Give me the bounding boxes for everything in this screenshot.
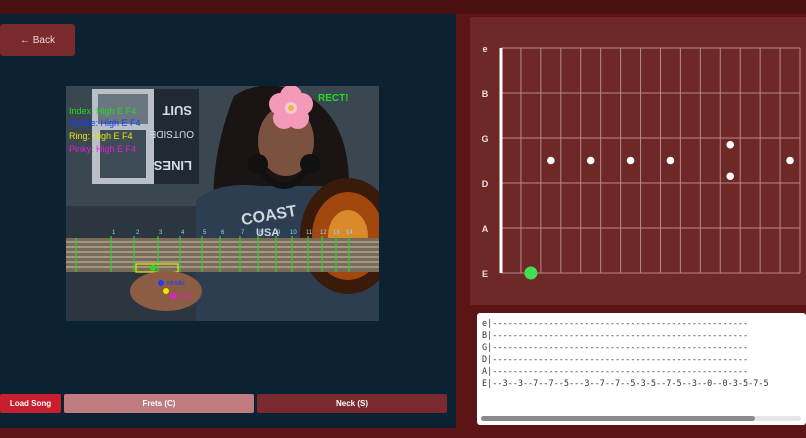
svg-text:LINES: LINES: [153, 158, 192, 173]
svg-text:OUTSIDE: OUTSIDE: [149, 128, 194, 139]
tab-line-A: A|--------------------------------------…: [482, 367, 749, 377]
fret-num: 10: [290, 230, 297, 236]
inlay-dot: [726, 172, 735, 181]
camera-scene: SUIT OUTSIDE LINES COAST USA 1 2 3 4 5 6…: [66, 86, 379, 321]
string-label: D: [482, 179, 489, 189]
tab-line-G: G|--------------------------------------…: [482, 343, 749, 353]
status-text: RECT!: [318, 93, 349, 104]
string-label: e: [482, 44, 487, 54]
fret-num: 13: [333, 230, 340, 236]
controls-bar: Load Song Frets (C) Neck (S): [0, 394, 456, 413]
camera-feed: SUIT OUTSIDE LINES COAST USA 1 2 3 4 5 6…: [66, 86, 379, 321]
inlay-dot: [666, 156, 675, 165]
middle-marker: [158, 280, 164, 286]
inlay-dot: [726, 140, 735, 149]
fretboard-panel: e B G D A E: [470, 17, 806, 305]
tablature-panel[interactable]: e|--------------------------------------…: [477, 313, 806, 425]
inlay-dot: [786, 156, 794, 165]
fret-num: 11: [306, 230, 313, 236]
overlay-ring: Ring: High E F4: [69, 131, 133, 141]
svg-text:SUIT: SUIT: [162, 103, 192, 118]
inlay-dot: [626, 156, 635, 165]
neck-button[interactable]: Neck (S): [257, 394, 447, 413]
tab-scrollbar-thumb[interactable]: [481, 416, 755, 421]
load-song-button[interactable]: Load Song: [0, 394, 61, 413]
tab-line-E: E|--3--3--7--7--5---3--7--7--5-3-5--7-5-…: [482, 379, 769, 389]
camera-panel: ← Back SUIT OUTSIDE LINES COAST USA 1 2 …: [0, 14, 456, 428]
tab-lines: e|--------------------------------------…: [477, 318, 769, 390]
fret-num: 14: [346, 230, 353, 236]
fretboard-diagram: e B G D A E: [481, 44, 801, 280]
inlay-dot: [586, 156, 595, 165]
string-label: G: [481, 134, 488, 144]
pinky-finger-label: Pinky: [178, 294, 193, 300]
top-bar: [0, 0, 806, 14]
active-note-marker: [524, 266, 538, 280]
pinky-marker: [170, 293, 176, 299]
inlay-dot: [547, 156, 555, 165]
index-marker: [150, 265, 156, 271]
string-label: B: [482, 89, 489, 99]
frets-button[interactable]: Frets (C): [64, 394, 254, 413]
back-button[interactable]: ← Back: [0, 24, 75, 56]
string-label: A: [482, 224, 489, 234]
overlay-pinky: Pinky: High E F4: [69, 144, 136, 154]
overlay-index: Index: High E F4: [69, 106, 136, 116]
overlay-middle: Middle: High E F4: [69, 118, 141, 128]
tab-line-e: e|--------------------------------------…: [482, 319, 749, 329]
tab-scrollbar[interactable]: [481, 416, 801, 421]
tab-line-B: B|--------------------------------------…: [482, 331, 749, 341]
string-label: E: [482, 269, 488, 279]
tab-line-D: D|--------------------------------------…: [482, 355, 749, 365]
fret-num: 12: [320, 230, 327, 236]
middle-finger-label: Middle: [167, 281, 185, 287]
ring-marker: [163, 288, 169, 294]
